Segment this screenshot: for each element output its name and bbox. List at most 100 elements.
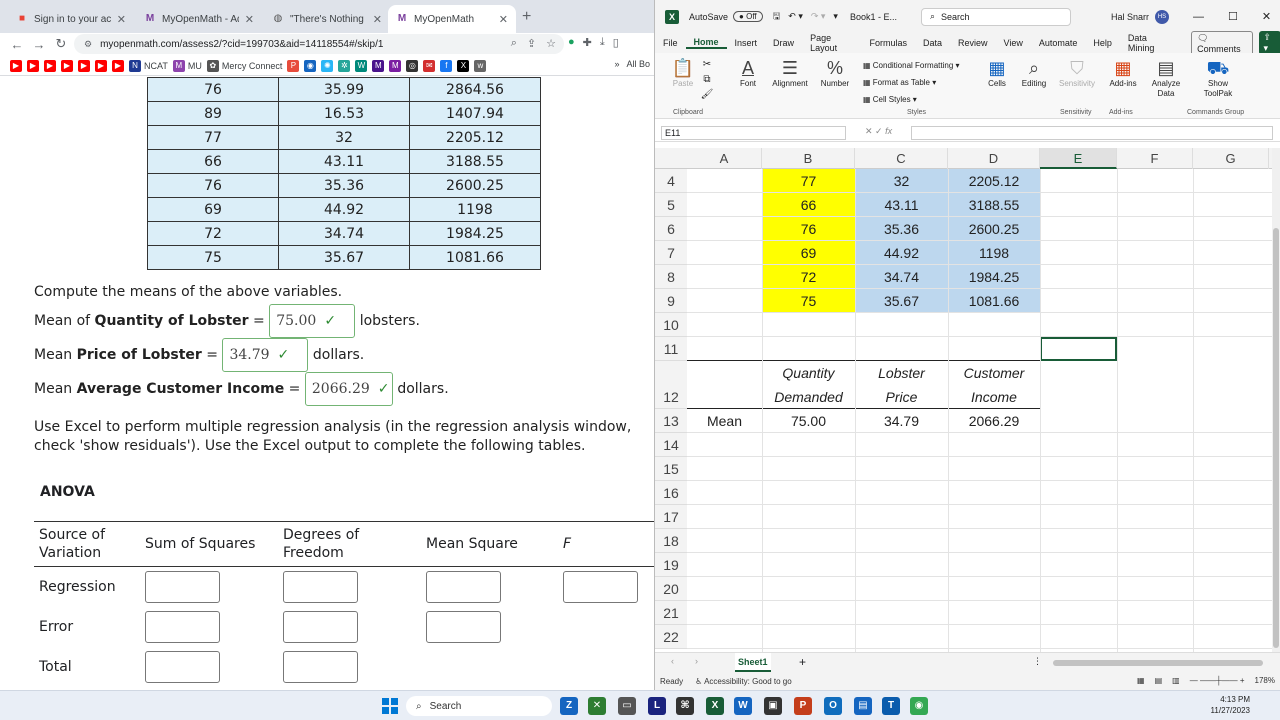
font-button[interactable]: A Font — [733, 57, 763, 88]
bookmark-icon[interactable]: w — [474, 59, 487, 72]
close-icon[interactable]: ✕ — [373, 13, 382, 26]
tab-view[interactable]: View — [996, 38, 1031, 48]
format-as-table-button[interactable]: ▦ Format as Table ▾ — [863, 74, 981, 91]
zoom-icon[interactable]: ⌕ — [511, 37, 517, 50]
name-box[interactable]: E11 — [661, 126, 846, 140]
more-icon[interactable]: ⋮ — [1033, 656, 1042, 667]
app-icon[interactable]: ▣ — [764, 697, 782, 715]
windows-start-icon[interactable] — [382, 698, 398, 714]
cell-c[interactable]: 34.74 — [855, 265, 948, 289]
page-layout-icon[interactable]: ▤ — [1155, 676, 1163, 685]
autosave-toggle[interactable]: ● Off — [733, 11, 763, 22]
bookmark-ncat[interactable]: N NCAT — [129, 59, 168, 72]
all-bookmarks[interactable]: » All Bo — [614, 59, 650, 69]
close-icon[interactable]: ✕ — [117, 13, 126, 26]
clipboard-small-buttons[interactable]: ✂ ⧉ 🖌 — [699, 57, 715, 102]
cell-d[interactable]: 2600.25 — [948, 217, 1040, 241]
excel-search-box[interactable]: ⌕ Search — [920, 7, 1071, 26]
bookmark-mercy-connect[interactable]: ✿ Mercy Connect — [206, 59, 282, 72]
total-ss-input[interactable] — [145, 651, 220, 683]
cell-c[interactable]: 35.36 — [855, 217, 948, 241]
mean-qty-input[interactable]: 75.00 ✓ — [269, 304, 356, 338]
analyze-data-button[interactable]: ▤ Analyze Data — [1149, 57, 1183, 99]
sidepanel-icon[interactable]: ▯ — [613, 36, 619, 49]
row-header[interactable]: 8 — [655, 265, 687, 289]
error-ms-input[interactable] — [426, 611, 501, 643]
row-header[interactable]: 7 — [655, 241, 687, 265]
regression-f-input[interactable] — [563, 571, 638, 603]
save-icon[interactable]: 🖫 — [773, 9, 781, 25]
x-icon[interactable]: X — [457, 59, 470, 72]
cell-c[interactable]: 43.11 — [855, 193, 948, 217]
tab-insert[interactable]: Insert — [727, 38, 766, 48]
regression-ss-input[interactable] — [145, 571, 220, 603]
paste-button[interactable]: 📋 Paste — [669, 57, 697, 88]
extensions-icon[interactable]: ✚ — [583, 36, 592, 49]
cell-b[interactable]: 66 — [762, 193, 855, 217]
row-header[interactable]: 12 — [655, 361, 687, 409]
bookmark-youtube[interactable]: ▶ — [27, 59, 39, 72]
bookmark-icon[interactable]: W — [355, 59, 368, 72]
cell-d[interactable]: 2205.12 — [948, 169, 1040, 193]
excel-app-icon[interactable]: X — [706, 697, 724, 715]
teams-app-icon[interactable]: T — [882, 697, 900, 715]
address-bar[interactable]: ⚙ myopenmath.com/assess2/?cid=199703&aid… — [74, 34, 564, 54]
bookmark-youtube[interactable]: ▶ — [10, 59, 22, 72]
mean-cell-d[interactable]: 2066.29 — [948, 409, 1040, 433]
avatar[interactable]: HS — [1155, 9, 1169, 24]
maximize-icon[interactable]: ☐ — [1228, 10, 1238, 23]
cell-c[interactable]: 44.92 — [855, 241, 948, 265]
close-icon[interactable]: ✕ — [1262, 10, 1271, 23]
cell-c[interactable]: 32 — [855, 169, 948, 193]
error-ss-input[interactable] — [145, 611, 220, 643]
tab-home[interactable]: Home — [685, 37, 727, 49]
header-cell[interactable]: Customer Income — [948, 361, 1040, 409]
zoom-slider[interactable]: — ——┼—— + — [1190, 676, 1245, 685]
tab-myopenmath-add[interactable]: M MyOpenMath - Add/Re ✕ — [136, 5, 262, 33]
minimize-icon[interactable]: — — [1193, 11, 1204, 23]
row-header[interactable]: 14 — [655, 433, 687, 457]
bookmark-icon[interactable]: ◎ — [406, 59, 419, 72]
download-icon[interactable]: ⤓ — [600, 36, 605, 49]
close-icon[interactable]: ✕ — [245, 13, 254, 26]
cell-b[interactable]: 77 — [762, 169, 855, 193]
forward-icon[interactable]: → — [28, 37, 50, 52]
cells-button[interactable]: ▦ Cells — [985, 57, 1009, 88]
bookmark-youtube[interactable]: ▶ — [95, 59, 107, 72]
regression-df-input[interactable] — [283, 571, 358, 603]
column-header-d[interactable]: D — [948, 148, 1040, 169]
tab-draw[interactable]: Draw — [765, 38, 802, 48]
row-header[interactable]: 15 — [655, 457, 687, 481]
mean-cell-c[interactable]: 34.79 — [855, 409, 948, 433]
app-icon[interactable]: ✕ — [588, 697, 606, 715]
app-icon[interactable]: ▤ — [854, 697, 872, 715]
extension-grammarly-icon[interactable]: ● — [568, 36, 575, 49]
bookmark-icon[interactable]: M — [389, 59, 402, 72]
mean-cell-b[interactable]: 75.00 — [762, 409, 855, 433]
bookmark-mu[interactable]: M MU — [172, 59, 202, 72]
sheet-nav-left-icon[interactable]: ‹ — [671, 656, 674, 666]
row-header[interactable]: 9 — [655, 289, 687, 313]
vertical-scrollbar[interactable] — [1272, 148, 1280, 652]
mean-price-input[interactable]: 34.79 ✓ — [222, 338, 309, 372]
tab-file[interactable]: File — [655, 38, 686, 48]
bookmark-icon[interactable]: M — [372, 59, 385, 72]
bookmark-youtube[interactable]: ▶ — [112, 59, 124, 72]
column-header-c[interactable]: C — [855, 148, 948, 169]
column-header-e[interactable]: E — [1040, 148, 1117, 169]
cell-d[interactable]: 1198 — [948, 241, 1040, 265]
undo-icon[interactable]: ↶ ▾ — [788, 11, 803, 22]
bookmark-icon[interactable]: ✺ — [321, 59, 334, 72]
zoom-level[interactable]: 178% — [1255, 676, 1275, 685]
cell-b[interactable]: 76 — [762, 217, 855, 241]
back-icon[interactable]: ← — [6, 37, 28, 52]
column-header-f[interactable]: F — [1117, 148, 1193, 169]
reload-icon[interactable]: ↻ — [50, 36, 72, 52]
tab-myopenmath[interactable]: M MyOpenMath ✕ — [388, 5, 516, 33]
row-header[interactable]: 19 — [655, 553, 687, 577]
pinterest-icon[interactable]: P — [287, 59, 300, 72]
tab-automate[interactable]: Automate — [1031, 38, 1086, 48]
tab-help[interactable]: Help — [1085, 38, 1120, 48]
taskbar-search[interactable]: ⌕ Search — [406, 696, 552, 716]
addins-button[interactable]: ▦ Add-ins — [1107, 57, 1139, 88]
